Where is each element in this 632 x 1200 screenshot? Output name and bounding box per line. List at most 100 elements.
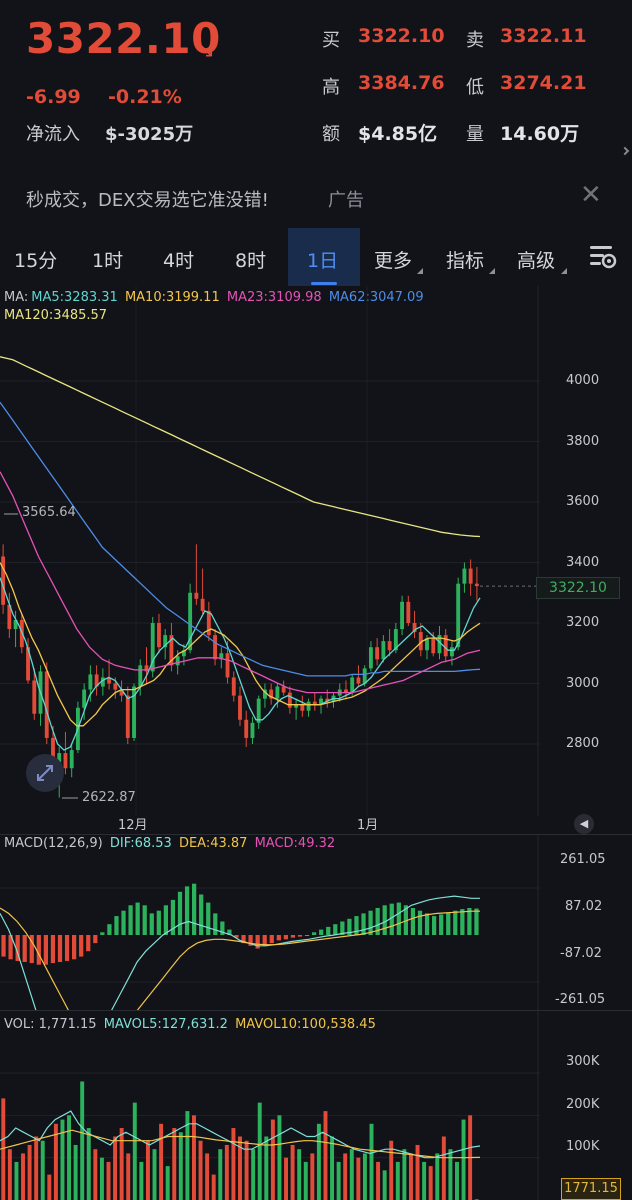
tab-8h[interactable]: 8时 <box>235 246 266 273</box>
ad-banner[interactable]: 秒成交，DEX交易选它准没错! 广告 ✕ <box>0 168 632 226</box>
macd-histogram-bar <box>184 886 190 935</box>
macd-histogram-bar <box>79 935 84 957</box>
current-price-tag: 3322.10 <box>536 577 620 599</box>
macd-histogram-bar <box>114 916 119 935</box>
tab-indicators[interactable]: 指标 <box>446 246 484 273</box>
volume-bar <box>145 1140 150 1200</box>
macd-histogram-bar <box>1 935 6 957</box>
scroll-to-latest-button[interactable]: ◀ <box>574 814 594 834</box>
chart-settings-icon[interactable] <box>588 243 618 271</box>
buy-value: 3322.10 <box>358 25 445 47</box>
volume-bar <box>330 1136 335 1200</box>
tab-1h[interactable]: 1时 <box>92 246 123 273</box>
x-label-jan: 1月 <box>357 818 379 833</box>
volume-bar <box>93 1149 98 1200</box>
macd-histogram-bar <box>57 935 63 963</box>
tab-advanced[interactable]: 高级 <box>517 246 555 273</box>
volume-bar <box>455 1161 459 1200</box>
tab-more[interactable]: 更多 <box>374 246 412 273</box>
macd-histogram-bar <box>135 902 140 935</box>
macd-chart[interactable] <box>0 835 632 1010</box>
macd-histogram-bar <box>382 905 387 935</box>
candle-body <box>306 701 311 711</box>
volume-bar <box>349 1149 354 1200</box>
volume-bar <box>382 1170 387 1200</box>
close-icon[interactable]: ✕ <box>580 182 602 208</box>
down-arrow-icon: ↘ <box>198 38 215 62</box>
macd-histogram-bar <box>312 932 317 935</box>
macd-histogram-bar <box>333 924 338 935</box>
candle-body <box>32 680 37 714</box>
candle-body <box>194 592 199 599</box>
volume-bar <box>198 1140 203 1200</box>
macd-histogram-bar <box>107 924 112 935</box>
tab-15m[interactable]: 15分 <box>14 246 57 273</box>
volume-bar <box>336 1161 341 1200</box>
volume-bar <box>126 1153 131 1200</box>
volume-bar <box>369 1123 374 1200</box>
volume-bar <box>310 1153 315 1200</box>
candle-body <box>406 601 411 623</box>
x-label-dec: 12月 <box>118 818 148 833</box>
volume-bar <box>376 1161 381 1200</box>
candle-body <box>113 683 118 690</box>
vol-tick-100k: 100K <box>566 1139 600 1154</box>
sell-label: 卖 <box>466 30 484 51</box>
macd-tick-4: -261.05 <box>555 992 606 1007</box>
candle-body <box>356 677 361 684</box>
candle-body <box>287 692 292 708</box>
candlestick-chart[interactable] <box>0 286 632 834</box>
volume-bar <box>224 1144 229 1200</box>
candle-body <box>450 647 454 657</box>
net-inflow-label: 净流入 <box>26 124 80 145</box>
macd-histogram-bar <box>255 935 260 949</box>
fullscreen-button[interactable] <box>26 754 64 792</box>
volume-bar <box>34 1136 39 1200</box>
macd-histogram-bar <box>389 903 394 935</box>
volume-bar <box>7 1149 12 1200</box>
tab-1d[interactable]: 1日 <box>307 246 338 273</box>
timeframe-tabs: 15分 1时 4时 8时 1日 更多 指标 高级 <box>0 228 632 286</box>
macd-histogram-bar <box>453 910 458 935</box>
candle-body <box>474 583 479 587</box>
high-value: 3384.76 <box>358 72 445 94</box>
macd-histogram-bar <box>36 935 41 965</box>
ad-text[interactable]: 秒成交，DEX交易选它准没错! <box>26 186 269 212</box>
macd-histogram-bar <box>199 894 204 935</box>
macd-histogram-bar <box>276 935 281 941</box>
macd-histogram-bar <box>149 913 154 935</box>
macd-histogram-bar <box>319 929 324 935</box>
candle-body <box>238 695 242 720</box>
volume-bar <box>14 1161 19 1200</box>
volume-bar <box>99 1157 104 1200</box>
low-label: 低 <box>466 77 484 98</box>
volume-bar <box>395 1161 400 1200</box>
volume-chart[interactable] <box>0 1011 632 1200</box>
candle-body <box>250 722 255 738</box>
ad-tag: 广告 <box>328 190 364 211</box>
candle-body <box>225 653 230 678</box>
vol-tick-300k: 300K <box>566 1054 600 1069</box>
tab-4h[interactable]: 4时 <box>163 246 194 273</box>
volume-bar <box>73 1144 78 1200</box>
candle-body <box>275 686 280 699</box>
macd-histogram-bar <box>460 909 465 935</box>
macd-histogram-bar <box>290 935 296 938</box>
y-tick-2800: 2800 <box>566 736 600 751</box>
y-tick-3400: 3400 <box>566 555 600 570</box>
volume-bar <box>80 1081 85 1200</box>
y-tick-3000: 3000 <box>566 676 600 691</box>
chevron-right-icon[interactable] <box>620 146 630 156</box>
candle-body <box>88 674 93 690</box>
candle-body <box>431 638 436 654</box>
volume-bar <box>415 1144 420 1200</box>
macd-histogram-bar <box>283 935 288 940</box>
macd-histogram-bar <box>156 910 161 935</box>
macd-histogram-bar <box>43 935 48 965</box>
macd-histogram-bar <box>361 913 366 935</box>
candle-body <box>281 686 286 693</box>
candle-body <box>125 695 130 738</box>
change-absolute: -6.99 <box>26 86 81 108</box>
volume-bar <box>165 1166 170 1200</box>
candle-body <box>244 719 249 738</box>
